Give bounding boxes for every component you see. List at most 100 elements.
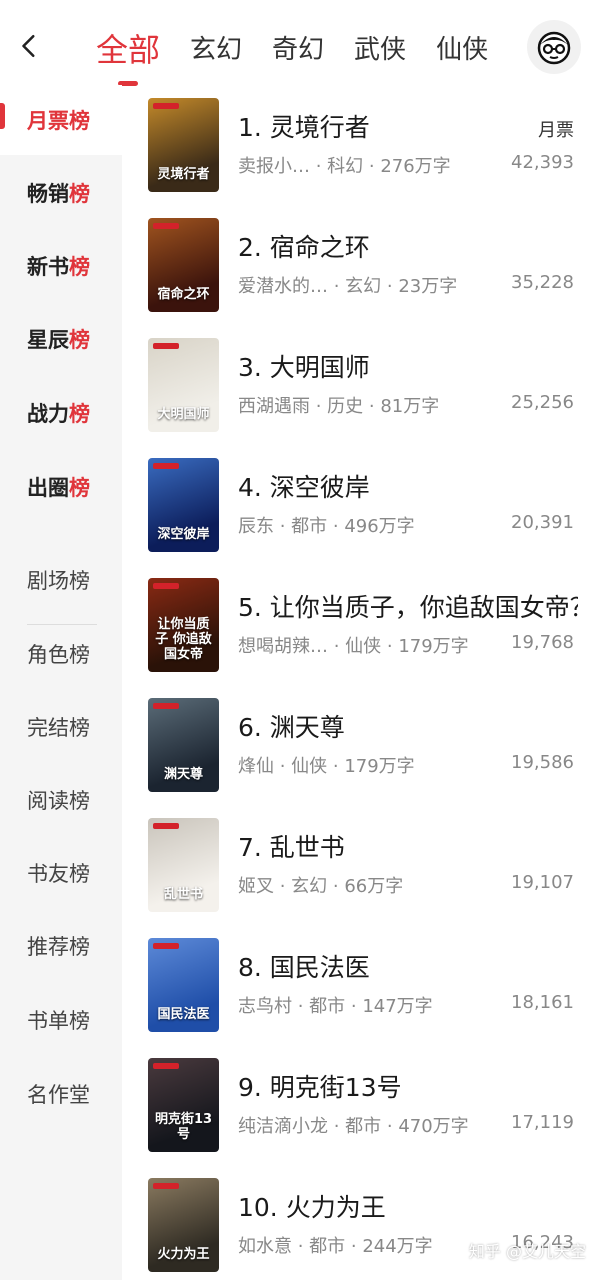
sidebar-item-accent-char: 榜 — [69, 255, 90, 279]
top-bar: 全部 玄幻 奇幻 武侠 仙侠 — [0, 0, 600, 92]
book-title: 3. 大明国师 — [238, 353, 370, 382]
monthly-ticket-count: 19,107 — [511, 872, 574, 893]
book-meta: 想喝胡辣… · 仙侠 · 179万字 — [238, 636, 469, 657]
book-meta: 烽仙 · 仙侠 · 179万字 — [238, 756, 415, 777]
cover-publisher-mark — [153, 1063, 179, 1069]
book-meta: 如水意 · 都市 · 244万字 — [238, 1236, 433, 1257]
category-tabs: 全部 玄幻 奇幻 武侠 仙侠 — [96, 24, 518, 72]
monthly-ticket-count: 25,256 — [511, 392, 574, 413]
avatar-icon — [537, 31, 571, 65]
book-ranking-list: 月票 灵境行者 1. 灵境行者 卖报小… · 科幻 · 276万字 42,393 宿命之… — [122, 92, 600, 1280]
chevron-left-icon — [22, 34, 35, 58]
book-row[interactable]: 宿命之环 2. 宿命之环爱潜水的… · 玄幻 · 23万字 35,228 — [122, 214, 600, 334]
book-row[interactable]: 乱世书 7. 乱世书姬叉 · 玄幻 · 66万字 19,107 — [122, 814, 600, 934]
book-title: 9. 明克街13号 — [238, 1073, 402, 1102]
back-button[interactable] — [10, 26, 50, 66]
cover-title: 宿命之环 — [157, 287, 210, 302]
book-title: 4. 深空彼岸 — [238, 473, 370, 502]
tab-qihuan[interactable]: 奇幻 — [272, 28, 324, 72]
monthly-ticket-count: 20,391 — [511, 512, 574, 533]
book-row[interactable]: 灵境行者 1. 灵境行者卖报小… · 科幻 · 276万字 42,393 — [122, 94, 600, 214]
cover-publisher-mark — [153, 103, 179, 109]
sidebar-item-theater[interactable]: 剧场榜 — [0, 545, 122, 615]
book-meta: 爱潜水的… · 玄幻 · 23万字 — [238, 276, 458, 297]
sidebar-item-accent-char: 榜 — [69, 182, 90, 206]
sidebar-item-friends[interactable]: 书友榜 — [0, 838, 122, 908]
cover-publisher-mark — [153, 463, 179, 469]
cover-publisher-mark — [153, 823, 179, 829]
book-row[interactable]: 让你当质子 你追敌国女帝 5. 让你当质子，你追敌国女帝？ 想喝胡辣… · 仙侠 ·… — [122, 574, 600, 694]
sidebar-item-power[interactable]: 战力榜 — [0, 378, 122, 448]
cover-title: 火力为王 — [157, 1247, 210, 1262]
book-cover[interactable]: 灵境行者 — [148, 98, 219, 192]
book-row[interactable]: 深空彼岸 4. 深空彼岸辰东 · 都市 · 496万字 20,391 — [122, 454, 600, 574]
watermark: 知乎 @艾儿天空 — [468, 1242, 586, 1261]
book-title: 7. 乱世书 — [238, 833, 345, 862]
book-title: 6. 渊天尊 — [238, 713, 345, 742]
book-cover[interactable]: 国民法医 — [148, 938, 219, 1032]
book-title: 10. 火力为王 — [238, 1193, 386, 1222]
cover-title: 明克街13号 — [154, 1112, 213, 1142]
sidebar-item-accent-char: 榜 — [69, 328, 90, 352]
sidebar-item-breakout[interactable]: 出圈榜 — [0, 452, 122, 522]
book-meta: 志鸟村 · 都市 · 147万字 — [238, 996, 433, 1017]
book-row[interactable]: 明克街13号 9. 明克街13号纯洁滴小龙 · 都市 · 470万字 17,119 — [122, 1054, 600, 1174]
tab-wuxia[interactable]: 武侠 — [354, 28, 406, 72]
book-title: 1. 灵境行者 — [238, 113, 370, 142]
sidebar-item-masterpiece[interactable]: 名作堂 — [0, 1059, 122, 1129]
cover-title: 让你当质子 你追敌国女帝 — [155, 617, 212, 662]
book-meta: 姬叉 · 玄幻 · 66万字 — [238, 876, 404, 897]
book-meta: 纯洁滴小龙 · 都市 · 470万字 — [238, 1116, 469, 1137]
sidebar-item-completed[interactable]: 完结榜 — [0, 692, 122, 762]
book-row[interactable]: 国民法医 8. 国民法医志鸟村 · 都市 · 147万字 18,161 — [122, 934, 600, 1054]
tab-xianxia[interactable]: 仙侠 — [436, 28, 488, 72]
book-row[interactable]: 大明国师 3. 大明国师西湖遇雨 · 历史 · 81万字 25,256 — [122, 334, 600, 454]
book-cover[interactable]: 让你当质子 你追敌国女帝 — [148, 578, 219, 672]
book-title: 2. 宿命之环 — [238, 233, 370, 262]
sidebar-item-accent-char: 榜 — [69, 402, 90, 426]
sidebar-item-reading[interactable]: 阅读榜 — [0, 765, 122, 835]
tab-all[interactable]: 全部 — [96, 28, 160, 72]
cover-title: 国民法医 — [157, 1007, 210, 1022]
sidebar-item-new-book[interactable]: 新书榜 — [0, 231, 122, 301]
sidebar-item-star[interactable]: 星辰榜 — [0, 304, 122, 374]
sidebar-item-bestseller[interactable]: 畅销榜 — [0, 158, 122, 228]
book-cover[interactable]: 深空彼岸 — [148, 458, 219, 552]
cover-title: 乱世书 — [163, 887, 203, 902]
book-meta: 辰东 · 都市 · 496万字 — [238, 516, 415, 537]
book-cover[interactable]: 明克街13号 — [148, 1058, 219, 1152]
cover-title: 灵境行者 — [157, 167, 210, 182]
cover-publisher-mark — [153, 343, 179, 349]
monthly-ticket-count: 18,161 — [511, 992, 574, 1013]
cover-publisher-mark — [153, 583, 179, 589]
monthly-ticket-count: 19,768 — [511, 632, 574, 653]
tab-xuanhuan[interactable]: 玄幻 — [190, 28, 242, 72]
book-meta: 西湖遇雨 · 历史 · 81万字 — [238, 396, 440, 417]
monthly-ticket-count: 35,228 — [511, 272, 574, 293]
sidebar-item-recommend[interactable]: 推荐榜 — [0, 911, 122, 981]
monthly-ticket-count: 19,586 — [511, 752, 574, 773]
book-cover[interactable]: 宿命之环 — [148, 218, 219, 312]
sidebar-item-character[interactable]: 角色榜 — [0, 619, 122, 689]
book-meta: 卖报小… · 科幻 · 276万字 — [238, 156, 451, 177]
cover-publisher-mark — [153, 703, 179, 709]
avatar[interactable] — [527, 20, 581, 74]
book-cover[interactable]: 渊天尊 — [148, 698, 219, 792]
cover-publisher-mark — [153, 1183, 179, 1189]
book-title: 8. 国民法医 — [238, 953, 370, 982]
cover-title: 渊天尊 — [163, 767, 203, 782]
sidebar-item-booklist[interactable]: 书单榜 — [0, 985, 122, 1055]
book-cover[interactable]: 火力为王 — [148, 1178, 219, 1272]
sidebar-item-monthly-ticket[interactable]: 月票榜 — [0, 85, 122, 155]
book-row[interactable]: 渊天尊 6. 渊天尊烽仙 · 仙侠 · 179万字 19,586 — [122, 694, 600, 814]
book-title: 5. 让你当质子，你追敌国女帝？ — [238, 593, 578, 622]
cover-title: 大明国师 — [157, 407, 210, 422]
cover-publisher-mark — [153, 223, 179, 229]
sidebar-item-accent-char: 榜 — [69, 476, 90, 500]
monthly-ticket-count: 17,119 — [511, 1112, 574, 1133]
book-row[interactable]: 火力为王 10. 火力为王 如水意 · 都市 · 244万字 16,243 — [122, 1174, 600, 1280]
monthly-ticket-count: 42,393 — [511, 152, 574, 173]
cover-publisher-mark — [153, 943, 179, 949]
book-cover[interactable]: 乱世书 — [148, 818, 219, 912]
book-cover[interactable]: 大明国师 — [148, 338, 219, 432]
